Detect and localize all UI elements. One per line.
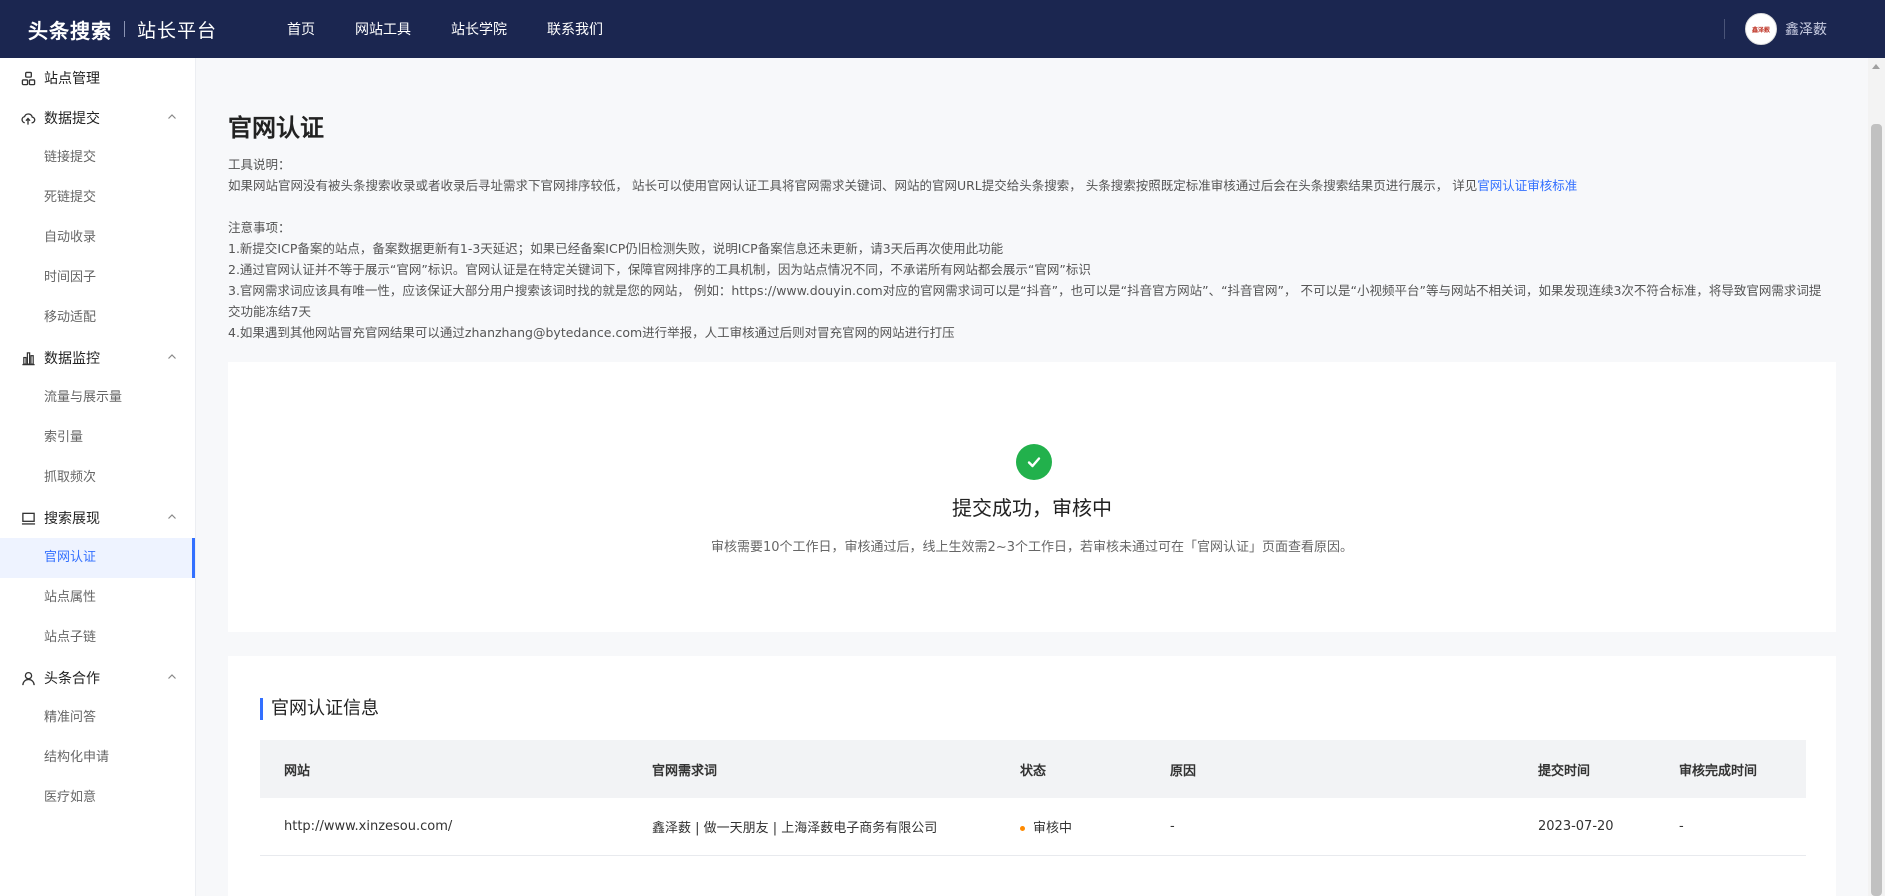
brand-logo[interactable]: 头条搜索 站长平台: [0, 15, 217, 44]
sidebar-item-medical-ruyi[interactable]: 医疗如意: [0, 778, 195, 818]
cloud-upload-icon: [20, 110, 36, 126]
logo-sub-text: 站长平台: [137, 19, 218, 42]
column-header-site: 网站: [284, 763, 311, 779]
notice-label: 注意事项：: [228, 220, 291, 235]
sidebar-item-traffic[interactable]: 流量与展示量: [0, 378, 195, 418]
tool-label: 工具说明：: [228, 157, 291, 172]
top-navbar: 头条搜索 站长平台 首页 网站工具 站长学院 联系我们 鑫泽薮 鑫泽薮: [0, 0, 1885, 58]
notice-item: 1.新提交ICP备案的站点，备案数据更新有1-3天延迟；如果已经备案ICP仍旧检…: [228, 241, 1004, 256]
sidebar-group-label: 数据监控: [44, 351, 100, 367]
chevron-up-icon[interactable]: [167, 112, 177, 122]
sidebar-item-mobile-adapt[interactable]: 移动适配: [0, 298, 195, 338]
sidebar-group-site-management[interactable]: 站点管理: [0, 58, 195, 98]
sidebar-group-label: 站点管理: [44, 71, 100, 87]
review-standard-link[interactable]: 官网认证审核标准: [1477, 178, 1577, 193]
bar-chart-icon: [20, 350, 36, 366]
sidebar-item-structured-apply[interactable]: 结构化申请: [0, 738, 195, 778]
sidebar-group-label: 搜索展现: [44, 511, 100, 527]
user-icon: [20, 670, 36, 686]
success-title: 提交成功，审核中: [952, 496, 1112, 520]
sidebar: 站点管理 数据提交 链接提交 死链提交 自动收录 时间因子 移动适配 数据监控 …: [0, 58, 196, 896]
cell-keyword: 鑫泽薮 | 做一天朋友 | 上海泽薮电子商务有限公司: [652, 821, 938, 836]
column-header-keyword: 官网需求词: [652, 763, 718, 779]
notes-spacer: [228, 196, 1828, 217]
nav-contact[interactable]: 联系我们: [547, 19, 603, 39]
avatar-text: 鑫泽薮: [1751, 26, 1770, 34]
cert-info-table: 网站 官网需求词 状态 原因 提交时间 审核完成时间 http://www.xi…: [260, 740, 1806, 856]
sidebar-item-precise-qa[interactable]: 精准问答: [0, 698, 195, 738]
table-row: http://www.xinzesou.com/ 鑫泽薮 | 做一天朋友 | 上…: [260, 798, 1806, 856]
main-content: 官网认证 工具说明： 如果网站官网没有被头条搜索收录或者收录后寻址需求下官网排序…: [196, 58, 1868, 896]
cell-reason: -: [1170, 819, 1175, 834]
page-title: 官网认证: [228, 114, 324, 142]
chevron-up-icon[interactable]: [167, 352, 177, 362]
notice-item: 3.官网需求词应该具有唯一性，应该保证大部分用户搜索该词时找的就是您的网站， 例…: [228, 283, 1822, 319]
nav-home[interactable]: 首页: [287, 19, 315, 39]
status-badge: 审核中: [1033, 821, 1073, 836]
sidebar-item-auto-index[interactable]: 自动收录: [0, 218, 195, 258]
status-dot-icon: [1020, 826, 1025, 831]
user-menu[interactable]: 鑫泽薮 鑫泽薮: [1724, 0, 1827, 58]
chevron-up-icon[interactable]: [167, 512, 177, 522]
sidebar-item-index-count[interactable]: 索引量: [0, 418, 195, 458]
column-header-status: 状态: [1020, 763, 1047, 779]
monitor-icon: [20, 510, 36, 526]
sidebar-item-site-sublinks[interactable]: 站点子链: [0, 618, 195, 658]
column-header-submit-time: 提交时间: [1538, 763, 1591, 779]
nav-site-tools[interactable]: 网站工具: [355, 19, 411, 39]
cert-info-title: 官网认证信息: [260, 698, 379, 720]
cell-complete-time: -: [1679, 819, 1684, 834]
top-nav: 首页 网站工具 站长学院 联系我们: [287, 19, 643, 39]
success-card: 提交成功，审核中 审核需要10个工作日，审核通过后，线上生效需2~3个工作日，若…: [228, 362, 1836, 632]
cell-site: http://www.xinzesou.com/: [284, 819, 453, 834]
sidebar-item-official-site-cert[interactable]: 官网认证: [0, 538, 195, 578]
logo-divider: [124, 21, 125, 37]
scroll-up-arrow-icon[interactable]: [1872, 64, 1880, 69]
user-divider: [1724, 19, 1725, 39]
avatar[interactable]: 鑫泽薮: [1745, 13, 1777, 45]
notice-item: 2.通过官网认证并不等于展示“官网”标识。官网认证是在特定关键词下，保障官网排序…: [228, 262, 1091, 277]
sidebar-group-search-display[interactable]: 搜索展现: [0, 498, 195, 538]
sidebar-item-dead-link-submit[interactable]: 死链提交: [0, 178, 195, 218]
column-header-complete-time: 审核完成时间: [1679, 763, 1758, 779]
column-header-reason: 原因: [1170, 763, 1197, 779]
sidebar-group-data-monitor[interactable]: 数据监控: [0, 338, 195, 378]
tool-description: 如果网站官网没有被头条搜索收录或者收录后寻址需求下官网排序较低， 站长可以使用官…: [228, 175, 1828, 196]
check-circle-icon: [1016, 444, 1052, 480]
sidebar-group-toutiao-cooperation[interactable]: 头条合作: [0, 658, 195, 698]
chevron-up-icon[interactable]: [167, 672, 177, 682]
sidebar-group-data-submit[interactable]: 数据提交: [0, 98, 195, 138]
cert-info-card: 官网认证信息 网站 官网需求词 状态 原因 提交时间 审核完成时间 http:/…: [228, 656, 1836, 896]
vertical-scrollbar[interactable]: [1868, 58, 1885, 896]
site-icon: [20, 70, 36, 86]
sidebar-item-time-factor[interactable]: 时间因子: [0, 258, 195, 298]
sidebar-item-site-attributes[interactable]: 站点属性: [0, 578, 195, 618]
cell-status: 审核中: [996, 817, 1146, 836]
table-header: 网站 官网需求词 状态 原因 提交时间 审核完成时间: [260, 740, 1806, 798]
tool-description-text: 如果网站官网没有被头条搜索收录或者收录后寻址需求下官网排序较低， 站长可以使用官…: [228, 178, 1478, 193]
success-description: 审核需要10个工作日，审核通过后，线上生效需2~3个工作日，若审核未通过可在「官…: [711, 540, 1353, 555]
username[interactable]: 鑫泽薮: [1785, 19, 1827, 39]
nav-academy[interactable]: 站长学院: [451, 19, 507, 39]
sidebar-group-label: 数据提交: [44, 111, 100, 127]
logo-main-text: 头条搜索: [28, 18, 112, 43]
sidebar-item-crawl-frequency[interactable]: 抓取频次: [0, 458, 195, 498]
scroll-thumb[interactable]: [1871, 124, 1882, 896]
cell-submit-time: 2023-07-20: [1538, 819, 1614, 834]
sidebar-group-label: 头条合作: [44, 671, 100, 687]
sidebar-item-link-submit[interactable]: 链接提交: [0, 138, 195, 178]
tool-notes: 工具说明： 如果网站官网没有被头条搜索收录或者收录后寻址需求下官网排序较低， 站…: [228, 154, 1828, 343]
notice-item: 4.如果遇到其他网站冒充官网结果可以通过zhanzhang@bytedance.…: [228, 325, 955, 340]
